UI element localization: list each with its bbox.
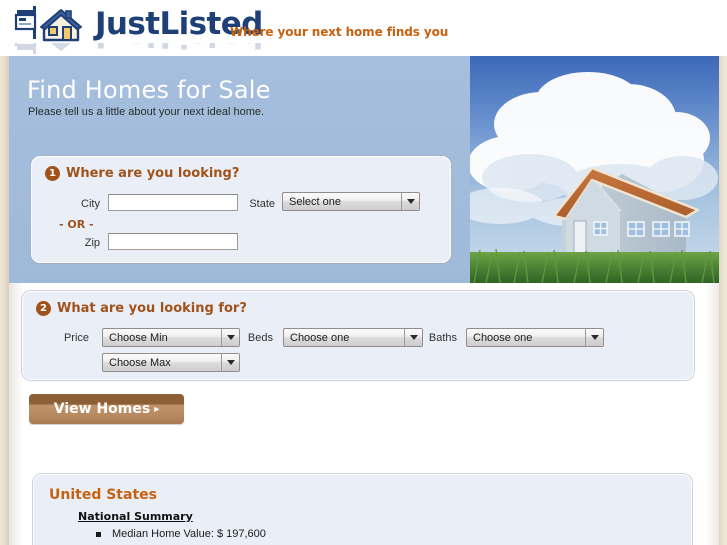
beds-value: Choose one [290, 331, 350, 344]
page-root: JustListed JustListed Where your next ho… [0, 0, 727, 545]
step-2-badge: 2 [36, 301, 51, 316]
state-select[interactable]: Select one [282, 192, 420, 211]
location-panel-title: Where are you looking? [66, 166, 240, 181]
location-panel-header: 1 Where are you looking? [45, 166, 239, 181]
baths-select[interactable]: Choose one [466, 328, 604, 347]
page-subtitle: Please tell us a little about your next … [28, 106, 265, 118]
page-gutter-left [0, 0, 9, 545]
site-header: JustListed JustListed Where your next ho… [0, 0, 727, 56]
step-1-badge: 1 [45, 166, 60, 181]
house-for-sale-sign-icon [14, 6, 82, 42]
site-logo[interactable]: JustListed [14, 3, 263, 45]
view-homes-label: View Homes [53, 401, 151, 417]
page-title: Find Homes for Sale [27, 76, 271, 104]
hero-house-illustration [470, 56, 719, 283]
site-logo-text-reflection: JustListed [95, 43, 263, 57]
city-input[interactable] [108, 194, 238, 211]
chevron-down-icon[interactable] [221, 354, 239, 371]
price-label: Price [63, 332, 89, 344]
city-label: City [81, 198, 100, 210]
state-select-value: Select one [289, 195, 341, 208]
chevron-down-icon[interactable] [401, 193, 419, 210]
criteria-panel-title: What are you looking for? [57, 301, 247, 316]
national-summary-list: Median Home Value: $ 197,600 Median Prop… [96, 526, 267, 545]
location-panel: 1 Where are you looking? City - OR - Zip… [31, 156, 451, 263]
site-tagline: Where your next home finds you [230, 25, 449, 39]
baths-value: Choose one [473, 331, 533, 344]
page-gutter-right [719, 0, 727, 545]
price-min-select[interactable]: Choose Min [102, 328, 240, 347]
beds-label: Beds [247, 332, 273, 344]
or-divider-text: - OR - [59, 218, 94, 231]
beds-select[interactable]: Choose one [283, 328, 423, 347]
price-min-value: Choose Min [109, 331, 168, 344]
state-label: State [249, 198, 275, 210]
list-item: Median Home Value: $ 197,600 [96, 526, 267, 543]
house-for-sale-sign-icon-reflection [14, 43, 83, 54]
baths-label: Baths [428, 332, 457, 344]
zip-label: Zip [84, 237, 100, 249]
logo-reflection: JustListed [14, 43, 304, 57]
region-title: United States [49, 487, 157, 503]
price-max-value: Choose Max [109, 356, 171, 369]
arrow-right-icon: ▸ [154, 403, 160, 415]
price-max-select[interactable]: Choose Max [102, 353, 240, 372]
zip-input[interactable] [108, 233, 238, 250]
page-gutter-right-shadow [705, 283, 719, 545]
national-info-panel: United States National Summary Median Ho… [33, 474, 692, 545]
criteria-panel: 2 What are you looking for? Price Choose… [22, 291, 694, 380]
chevron-down-icon[interactable] [585, 329, 603, 346]
view-homes-button[interactable]: View Homes ▸ [29, 394, 184, 424]
criteria-panel-header: 2 What are you looking for? [36, 301, 247, 316]
national-summary-heading: National Summary [78, 510, 193, 523]
